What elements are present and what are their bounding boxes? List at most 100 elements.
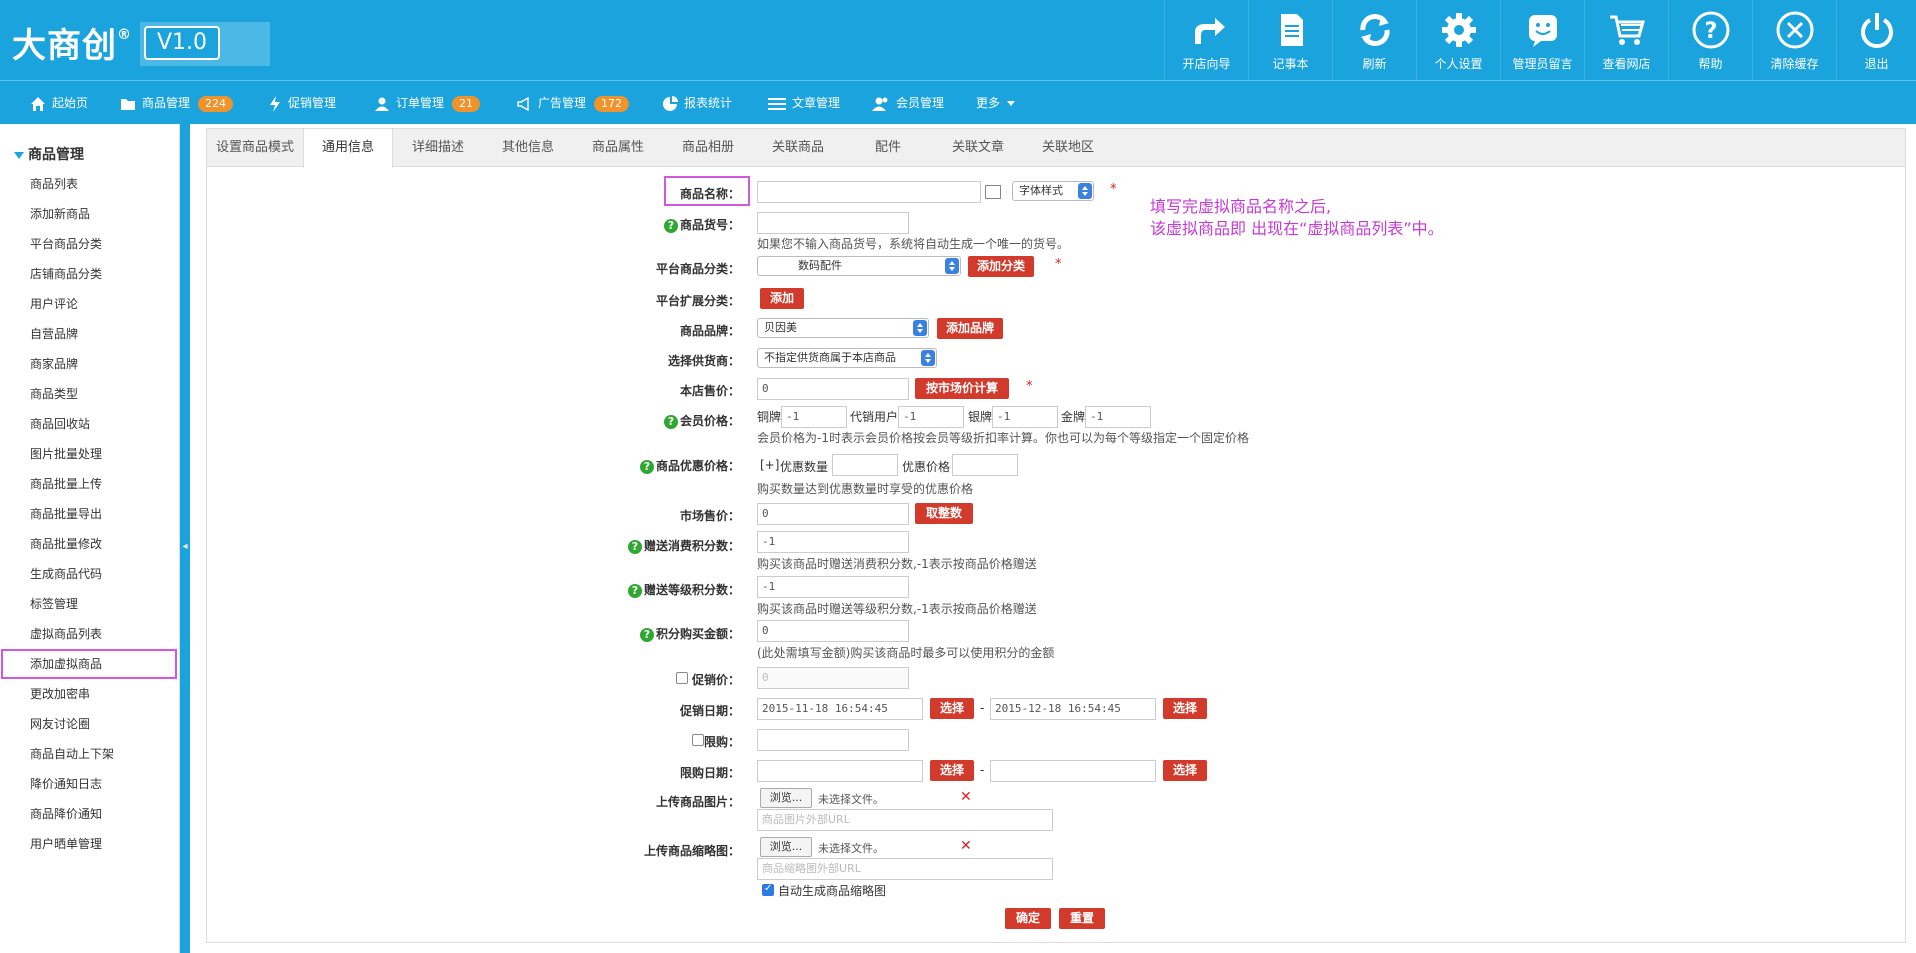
nav-item-articles[interactable]: 文章管理	[768, 81, 840, 125]
toolbar-clear-cache[interactable]: 清除缓存	[1752, 0, 1836, 80]
reset-button[interactable]: 重置	[1059, 908, 1105, 929]
tab-attributes[interactable]: 商品属性	[573, 129, 663, 167]
sidebar-item[interactable]: 商品自动上下架	[30, 744, 114, 764]
limit-input[interactable]	[757, 729, 909, 751]
sidebar-item[interactable]: 添加新商品	[30, 204, 90, 224]
toolbar-logout[interactable]: 退出	[1836, 0, 1916, 80]
sidebar-item[interactable]: 商品批量上传	[30, 474, 102, 494]
rank-points-input[interactable]: -1	[757, 576, 909, 598]
sidebar-item[interactable]: 商家品牌	[30, 354, 78, 374]
tab-gallery[interactable]: 商品相册	[663, 129, 753, 167]
promote-start-input[interactable]: 2015-11-18 16:54:45	[757, 698, 923, 720]
choose-end-date-button[interactable]: 选择	[1163, 698, 1207, 719]
thumb-url-input[interactable]: 商品缩略图外部URL	[757, 858, 1053, 880]
sidebar-item[interactable]: 降价通知日志	[30, 774, 102, 794]
add-volume-price-link[interactable]: [+]	[760, 458, 779, 472]
market-price-input[interactable]: 0	[757, 503, 909, 525]
tab-goods-mode[interactable]: 设置商品模式	[207, 129, 303, 167]
remove-image-icon[interactable]: ✕	[960, 789, 972, 805]
confirm-button[interactable]: 确定	[1005, 908, 1051, 929]
nav-item-goods[interactable]: 商品管理 224	[120, 81, 234, 125]
help-icon[interactable]: ?	[627, 539, 642, 554]
sidebar-item[interactable]: 用户评论	[30, 294, 78, 314]
member-price-input[interactable]: -1	[781, 406, 847, 428]
volume-qty-input[interactable]	[832, 454, 898, 476]
shop-price-input[interactable]: 0	[757, 378, 909, 400]
collapse-sidebar-icon[interactable]: ◂	[181, 535, 189, 559]
help-icon[interactable]: ?	[627, 583, 642, 598]
nav-item-home[interactable]: 起始页	[30, 81, 88, 125]
promote-end-input[interactable]: 2015-12-18 16:54:45	[990, 698, 1156, 720]
sidebar-item[interactable]: 图片批量处理	[30, 444, 102, 464]
nav-item-reports[interactable]: 报表统计	[662, 81, 732, 125]
help-icon[interactable]: ?	[639, 459, 654, 474]
image-url-input[interactable]: 商品图片外部URL	[757, 809, 1053, 831]
tab-general-info[interactable]: 通用信息	[303, 129, 393, 168]
toolbar-notepad[interactable]: 记事本	[1248, 0, 1332, 80]
integral-input[interactable]: 0	[757, 620, 909, 642]
give-points-input[interactable]: -1	[757, 531, 909, 553]
sidebar-item[interactable]: 虚拟商品列表	[30, 624, 102, 644]
toolbar-refresh[interactable]: 刷新	[1332, 0, 1416, 80]
promote-price-input[interactable]: 0	[757, 667, 909, 689]
auto-thumb-checkbox[interactable]	[762, 883, 774, 896]
sidebar-item[interactable]: 平台商品分类	[30, 234, 102, 254]
member-price-input[interactable]: -1	[898, 406, 964, 428]
font-style-select[interactable]: 字体样式	[1012, 181, 1094, 201]
choose-limit-end-button[interactable]: 选择	[1163, 760, 1207, 781]
nav-item-orders[interactable]: 订单管理 21	[374, 81, 481, 125]
font-color-picker[interactable]	[985, 185, 1001, 199]
tab-other-info[interactable]: 其他信息	[483, 129, 573, 167]
sidebar-item[interactable]: 商品批量修改	[30, 534, 102, 554]
toolbar-help[interactable]: ? 帮助	[1668, 0, 1752, 80]
browse-image-button[interactable]: 浏览...	[760, 788, 812, 808]
sidebar-item[interactable]: 更改加密串	[30, 684, 90, 704]
tab-related-goods[interactable]: 关联商品	[753, 129, 843, 167]
toolbar-open-shop-guide[interactable]: 开店向导	[1164, 0, 1248, 80]
sidebar-item[interactable]: 商品列表	[30, 174, 78, 194]
sidebar-item[interactable]: 店铺商品分类	[30, 264, 102, 284]
choose-limit-start-button[interactable]: 选择	[930, 760, 974, 781]
limit-start-input[interactable]	[757, 760, 923, 782]
browse-thumb-button[interactable]: 浏览...	[760, 837, 812, 857]
round-price-button[interactable]: 取整数	[915, 503, 973, 524]
nav-item-members[interactable]: 会员管理	[872, 81, 944, 125]
add-extend-category-button[interactable]: 添加	[760, 288, 804, 309]
sidebar-title[interactable]: 商品管理	[14, 144, 84, 164]
sidebar-item[interactable]: 生成商品代码	[30, 564, 102, 584]
sidebar-item[interactable]: 网友讨论圈	[30, 714, 90, 734]
tab-related-articles[interactable]: 关联文章	[933, 129, 1023, 167]
platform-category-select[interactable]: 数码配件	[757, 256, 961, 276]
nav-item-promotion[interactable]: 促销管理	[268, 81, 336, 125]
goods-sn-input[interactable]	[757, 212, 909, 234]
sidebar-item[interactable]: 商品回收站	[30, 414, 90, 434]
volume-price-input[interactable]	[952, 454, 1018, 476]
help-icon[interactable]: ?	[639, 627, 654, 642]
sidebar-item[interactable]: 商品类型	[30, 384, 78, 404]
tab-related-regions[interactable]: 关联地区	[1023, 129, 1113, 167]
supplier-select[interactable]: 不指定供货商属于本店商品	[757, 348, 937, 368]
help-icon[interactable]: ?	[663, 218, 678, 233]
add-category-button[interactable]: 添加分类	[968, 256, 1034, 277]
toolbar-admin-message[interactable]: 管理员留言	[1500, 0, 1584, 80]
toolbar-view-shop[interactable]: 查看网店	[1584, 0, 1668, 80]
sidebar-item[interactable]: 用户晒单管理	[30, 834, 102, 854]
sidebar-item[interactable]: 自营品牌	[30, 324, 78, 344]
sidebar-item[interactable]: 标签管理	[30, 594, 78, 614]
member-price-input[interactable]: -1	[992, 406, 1058, 428]
goods-name-input[interactable]	[757, 181, 981, 203]
remove-thumb-icon[interactable]: ✕	[960, 838, 972, 854]
tab-description[interactable]: 详细描述	[393, 129, 483, 167]
brand-select[interactable]: 贝因美	[757, 318, 929, 338]
nav-item-ads[interactable]: 广告管理 172	[516, 81, 630, 125]
choose-start-date-button[interactable]: 选择	[930, 698, 974, 719]
calc-by-market-button[interactable]: 按市场价计算	[915, 378, 1009, 399]
add-brand-button[interactable]: 添加品牌	[937, 318, 1003, 339]
tab-accessories[interactable]: 配件	[843, 129, 933, 167]
help-icon[interactable]: ?	[663, 414, 678, 429]
nav-item-more[interactable]: 更多	[976, 81, 1021, 125]
limit-end-input[interactable]	[990, 760, 1156, 782]
sidebar-item[interactable]: 商品批量导出	[30, 504, 102, 524]
sidebar-item[interactable]: 商品降价通知	[30, 804, 102, 824]
toolbar-personal-settings[interactable]: 个人设置	[1416, 0, 1500, 80]
